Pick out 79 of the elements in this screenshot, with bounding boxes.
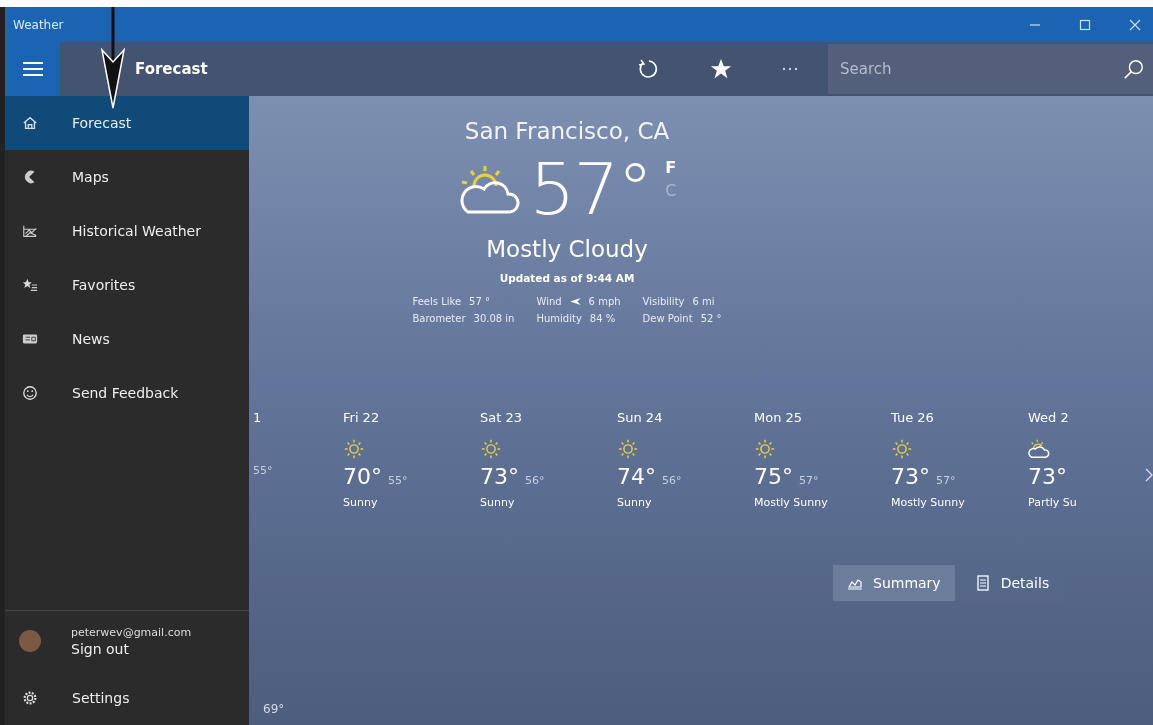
high-temperature: 75° bbox=[754, 464, 793, 489]
day-name: 1 bbox=[253, 410, 263, 427]
high-temperature: 73° bbox=[480, 464, 519, 489]
day-name: Fri 22 bbox=[343, 410, 381, 427]
location-name: San Francisco, CA bbox=[464, 118, 670, 144]
unit-toggle[interactable]: F bbox=[665, 158, 677, 177]
search-icon[interactable] bbox=[1123, 58, 1145, 80]
menu-button[interactable] bbox=[5, 42, 60, 96]
day-condition: Sunny bbox=[480, 496, 516, 509]
sun-icon bbox=[617, 438, 639, 460]
star-list-icon bbox=[22, 277, 38, 293]
detail-value: 6 mi bbox=[692, 296, 715, 307]
detail-label: Wind bbox=[536, 296, 562, 307]
sidebar-item[interactable]: Send Feedback bbox=[5, 366, 249, 420]
menu-icon[interactable] bbox=[22, 61, 43, 77]
day-name: Mon 25 bbox=[754, 410, 804, 427]
page-title: Forecast bbox=[135, 60, 208, 78]
current-temperature: 57° bbox=[529, 150, 652, 228]
star-icon[interactable] bbox=[710, 58, 732, 80]
sun-icon bbox=[480, 438, 502, 460]
close-icon[interactable] bbox=[1129, 18, 1141, 31]
detail-label: Dew Point bbox=[642, 313, 693, 324]
high-temperature: 70° bbox=[343, 464, 382, 489]
low-temperature: 56° bbox=[662, 474, 682, 487]
day-name: Tue 26 bbox=[891, 410, 935, 427]
day-name: Wed 2 bbox=[1028, 410, 1070, 427]
sun-icon bbox=[754, 438, 776, 460]
sign-out-link[interactable]: Sign out bbox=[71, 640, 192, 657]
detail-label: Humidity bbox=[536, 313, 582, 324]
sidebar-item[interactable]: News bbox=[5, 312, 249, 366]
chart-icon bbox=[22, 223, 38, 239]
sidebar-item[interactable]: Favorites bbox=[5, 258, 249, 312]
detail-value: 30.08 in bbox=[473, 313, 515, 324]
day-name: Sat 23 bbox=[480, 410, 523, 427]
refresh-icon[interactable] bbox=[636, 57, 660, 81]
sidebar-item[interactable]: Historical Weather bbox=[5, 204, 249, 258]
high-temperature: 74° bbox=[617, 464, 656, 489]
day-name: Sun 24 bbox=[617, 410, 664, 427]
view-tab[interactable]: Summary bbox=[833, 565, 955, 601]
detail-value: 6 mph bbox=[588, 296, 621, 307]
smiley-icon bbox=[22, 385, 38, 401]
window-title: Weather bbox=[13, 17, 64, 32]
day-condition: Sunny bbox=[617, 496, 653, 509]
settings-item[interactable]: Settings bbox=[5, 671, 249, 725]
sidebar-item[interactable]: Maps bbox=[5, 150, 249, 204]
day-condition: Partly Su bbox=[1028, 496, 1078, 509]
detail-label: Barometer bbox=[412, 313, 466, 324]
search-field[interactable]: Search bbox=[828, 44, 1153, 94]
detail-value: 52 ° bbox=[700, 313, 722, 324]
document-icon bbox=[974, 575, 991, 591]
more-icon[interactable] bbox=[782, 67, 798, 71]
day-condition: Sunny bbox=[343, 496, 379, 509]
wind-arrow-icon bbox=[569, 298, 581, 305]
home-icon bbox=[22, 115, 38, 131]
sidebar-item[interactable]: Forecast bbox=[5, 96, 249, 150]
low-temperature: 57° bbox=[799, 474, 819, 487]
chevron-right-icon[interactable] bbox=[1145, 468, 1153, 482]
day-condition: Mostly Sunny bbox=[754, 496, 829, 509]
account-email: peterwev@gmail.com bbox=[71, 625, 192, 639]
high-temperature: 73° bbox=[1028, 464, 1067, 489]
partly-cloudy-icon bbox=[457, 164, 522, 216]
sun-icon bbox=[343, 438, 365, 460]
low-temperature: 57° bbox=[936, 474, 956, 487]
maximize-icon[interactable] bbox=[1079, 18, 1091, 31]
updated-time: Updated as of 9:44 AM bbox=[499, 272, 635, 284]
partly-cloudy-icon bbox=[1028, 438, 1050, 460]
settings-icon bbox=[22, 690, 38, 706]
hourly-temperature: 69° bbox=[263, 702, 285, 716]
detail-value: 57 ° bbox=[469, 296, 490, 307]
condition-text: Mostly Cloudy bbox=[486, 236, 648, 262]
low-temperature: 55° bbox=[253, 464, 273, 477]
detail-label: Visibility bbox=[642, 296, 685, 307]
day-condition: Mostly Sunny bbox=[891, 496, 966, 509]
detail-label: Feels Like bbox=[412, 296, 462, 307]
detail-value: 84 % bbox=[589, 313, 616, 324]
sun-icon bbox=[891, 438, 913, 460]
low-temperature: 56° bbox=[525, 474, 545, 487]
low-temperature: 55° bbox=[388, 474, 408, 487]
high-temperature: 73° bbox=[891, 464, 930, 489]
